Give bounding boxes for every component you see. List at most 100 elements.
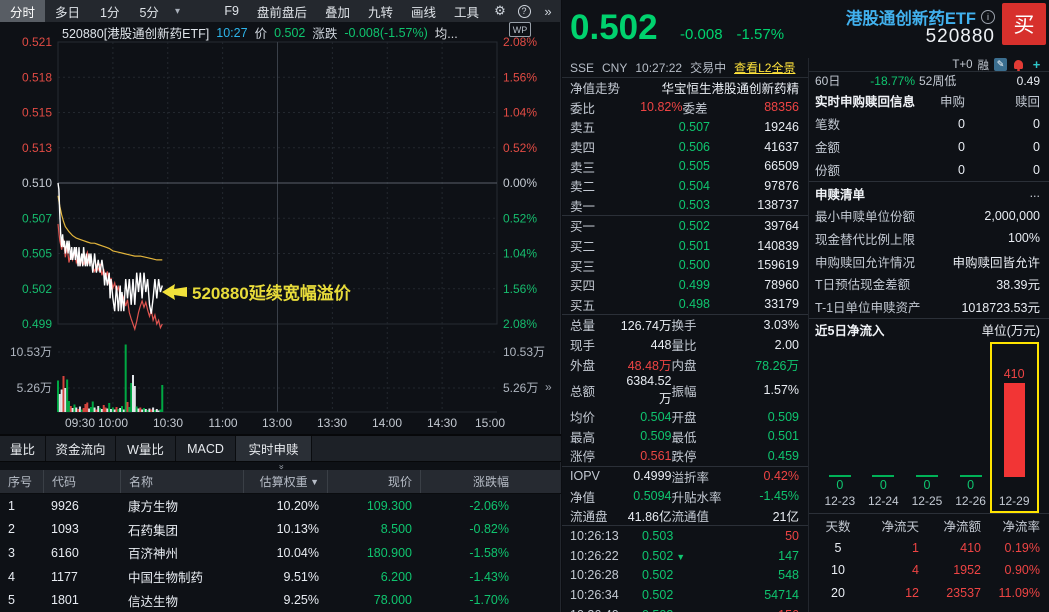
cell: 2: [0, 522, 43, 536]
range-value-60d: -18.77%: [849, 74, 915, 88]
sort-desc-icon[interactable]: ▼: [308, 477, 319, 487]
chevron-collapse-icon[interactable]: »: [278, 464, 283, 469]
panel-tab[interactable]: MACD: [176, 436, 236, 461]
svg-text:0.00%: 0.00%: [503, 176, 537, 190]
toolbar-item[interactable]: 画线: [402, 0, 445, 22]
panel-tab[interactable]: 资金流向: [46, 436, 116, 461]
cell: 9926: [43, 499, 120, 513]
info-icon[interactable]: i: [981, 10, 995, 24]
chart-toolbar: 分时多日1分5分▾ F9盘前盘后叠加九转画线工具⚙?»: [0, 0, 560, 22]
l2-link[interactable]: 查看L2全景: [734, 59, 795, 76]
svg-text:0.507: 0.507: [22, 211, 52, 225]
stat-row: IOPV0.4999溢折率0.42%: [562, 467, 808, 487]
holdings-col-header[interactable]: 序号: [0, 470, 43, 493]
ask-row[interactable]: 卖一0.503138737: [562, 196, 808, 216]
table-row[interactable]: 41177中国生物制药9.51%6.200-1.43%: [0, 565, 561, 589]
quote-header: 0.502 -0.008 -1.57% 港股通创新药ETF i 520880 买: [562, 0, 1049, 58]
flow-date: 12-26: [955, 494, 986, 509]
plus-icon[interactable]: +: [1030, 58, 1043, 71]
redeem-row: T-1日单位申赎资产1018723.53元: [809, 295, 1049, 318]
axis-more-icon[interactable]: »: [545, 380, 552, 394]
cell: 4: [0, 570, 43, 584]
collapse-notch[interactable]: »: [0, 463, 561, 470]
toolbar-item[interactable]: 叠加: [316, 0, 359, 22]
toolbar-item[interactable]: F9: [215, 0, 248, 22]
cell: 10.04%: [243, 546, 327, 560]
indicator-tabs: 量比资金流向W量比MACD实时申赎: [0, 434, 561, 462]
holdings-col-header[interactable]: 代码: [43, 470, 120, 493]
flow-slot: 41012-29: [992, 341, 1036, 513]
toolbar-item[interactable]: 盘前盘后: [248, 0, 316, 22]
holdings-col-header[interactable]: 现价: [327, 470, 420, 493]
panel-tab[interactable]: W量比: [116, 436, 176, 461]
redeem-more[interactable]: ...: [1030, 186, 1040, 200]
holdings-table: 序号代码名称估算权重 ▼现价涨跌幅 19926康方生物10.20%109.300…: [0, 470, 561, 612]
ask-row[interactable]: 卖五0.50719246: [562, 117, 808, 137]
flow-header: 近5日净流入单位(万元): [809, 319, 1049, 341]
panel-tab[interactable]: 量比: [0, 436, 46, 461]
holdings-header: 序号代码名称估算权重 ▼现价涨跌幅: [0, 470, 561, 494]
toolbar-item[interactable]: 工具: [445, 0, 488, 22]
cell: -2.06%: [420, 499, 561, 513]
toolbar-tab[interactable]: 多日: [45, 0, 90, 22]
bid-row[interactable]: 买五0.49833179: [562, 295, 808, 315]
svg-text:2.08%: 2.08%: [503, 317, 537, 331]
bid-row[interactable]: 买三0.500159619: [562, 255, 808, 275]
cell: 中国生物制药: [120, 567, 243, 586]
table-row[interactable]: 51801信达生物9.25%78.000-1.70%: [0, 588, 561, 612]
svg-text:0.518: 0.518: [22, 70, 52, 84]
table-row[interactable]: 21093石药集团10.13%8.500-0.82%: [0, 518, 561, 542]
svg-text:15:00: 15:00: [475, 416, 505, 430]
toolbar-item[interactable]: 九转: [359, 0, 402, 22]
ask-row[interactable]: 卖二0.50497876: [562, 176, 808, 196]
ask-row[interactable]: 卖三0.50566509: [562, 156, 808, 176]
tick-price: 0.503▲: [642, 608, 721, 612]
toolbar-tab[interactable]: 分时: [0, 0, 45, 22]
range-label-52w: 52周低: [915, 72, 977, 89]
flow-value: 0: [836, 477, 843, 494]
cell: -0.82%: [420, 522, 561, 536]
svg-text:520880延续宽幅溢价: 520880延续宽幅溢价: [192, 283, 352, 303]
bell-icon[interactable]: [1012, 58, 1025, 71]
dropdown-caret-icon[interactable]: ▾: [169, 0, 186, 22]
stat-row: 涨停0.561跌停0.459: [562, 446, 808, 466]
holdings-col-header[interactable]: 涨跌幅: [420, 470, 561, 493]
cell: 百济神州: [120, 543, 243, 562]
help-icon[interactable]: ?: [512, 0, 536, 22]
ask-row[interactable]: 卖四0.50641637: [562, 137, 808, 157]
flow-value: 0: [924, 477, 931, 494]
buy-button[interactable]: 买: [1002, 3, 1046, 45]
margin-label: 融: [978, 58, 990, 73]
tick-price: 0.502: [642, 588, 721, 602]
holdings-col-header[interactable]: 估算权重 ▼: [243, 470, 327, 493]
exchange-label: SSE: [570, 61, 594, 75]
table-row[interactable]: 19926康方生物10.20%109.300-2.06%: [0, 494, 561, 518]
cell: 康方生物: [120, 496, 243, 515]
flow-table-row: 10419520.90%: [809, 559, 1049, 582]
bid-row[interactable]: 买二0.501140839: [562, 236, 808, 256]
cell: 9.51%: [243, 570, 327, 584]
toolbar-tab[interactable]: 1分: [90, 0, 129, 22]
tick-row: 10:26:280.502548: [562, 566, 808, 586]
toolbar-tab[interactable]: 5分: [129, 0, 168, 22]
cell: -1.43%: [420, 570, 561, 584]
table-row[interactable]: 36160百济神州10.04%180.900-1.58%: [0, 541, 561, 565]
svg-text:10:30: 10:30: [153, 416, 183, 430]
cell: -1.70%: [420, 593, 561, 607]
flow-slot: 012-24: [862, 341, 906, 513]
tick-volume: 156: [721, 608, 800, 612]
pencil-icon[interactable]: ✎: [994, 58, 1007, 71]
bid-row[interactable]: 买一0.50239764: [562, 216, 808, 236]
cell: -1.58%: [420, 546, 561, 560]
bid-row[interactable]: 买四0.49978960: [562, 275, 808, 295]
more-icon[interactable]: »: [536, 0, 560, 22]
gear-icon[interactable]: ⚙: [488, 0, 512, 22]
quote-panel: SSE CNY 10:27:22 交易中 查看L2全景 净值走势华宝恒生港股通创…: [562, 58, 808, 612]
panel-tab[interactable]: 实时申赎: [236, 436, 312, 461]
holdings-col-header[interactable]: 名称: [120, 470, 243, 493]
svg-text:0.510: 0.510: [22, 176, 52, 190]
tick-price: 0.503: [642, 529, 721, 543]
svg-text:0.52%: 0.52%: [503, 211, 537, 225]
minute-chart[interactable]: 0.5210.5180.5150.5130.5100.5070.5050.502…: [0, 38, 561, 432]
flow-date: 12-25: [912, 494, 943, 509]
